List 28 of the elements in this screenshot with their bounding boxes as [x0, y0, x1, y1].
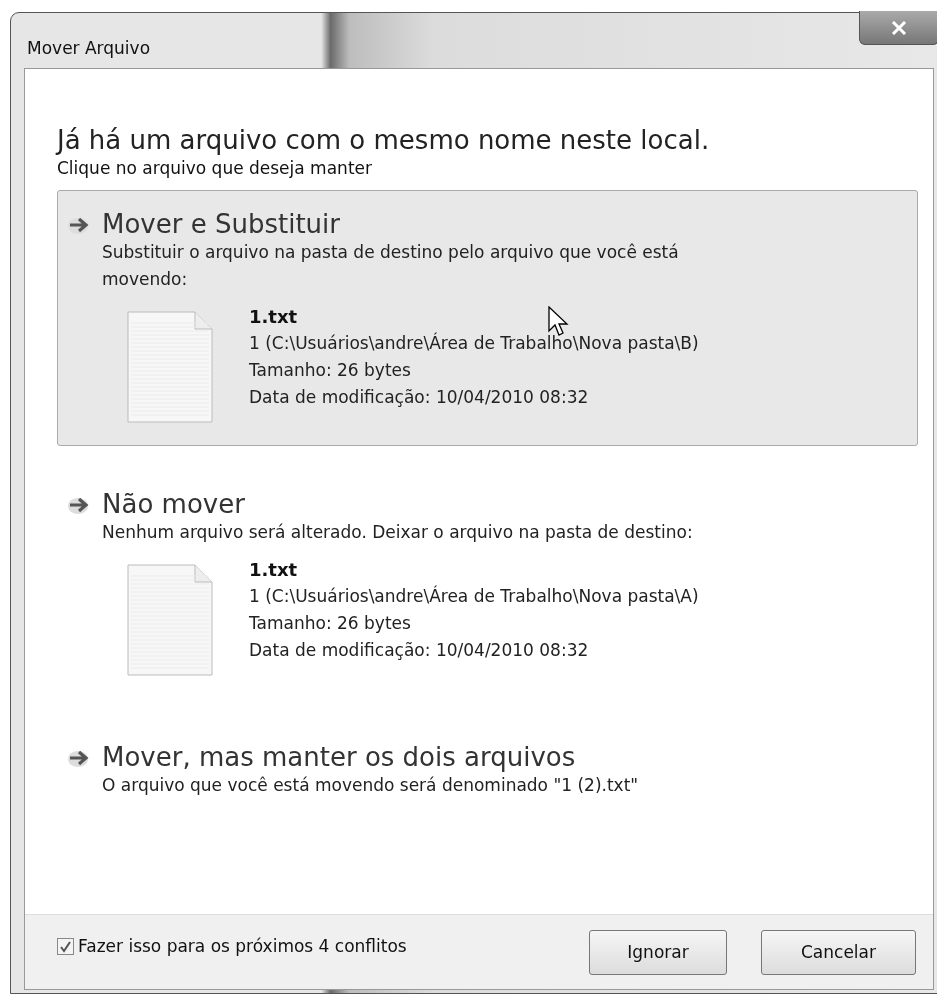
checkbox[interactable]	[57, 937, 74, 955]
option-title: Mover e Substituir	[102, 209, 340, 239]
file-location: 1 (C:\Usuários\andre\Área de Trabalho\Nova pasta\B)	[249, 331, 699, 355]
option-description: O arquivo que você está movendo será denominado "1 (2).txt"	[102, 774, 640, 797]
cancel-button[interactable]: Cancelar	[761, 929, 916, 975]
close-button[interactable]	[859, 11, 937, 45]
checkbox-label[interactable]: Fazer isso para os próximos 4 conflitos	[78, 936, 407, 956]
document-icon	[127, 564, 213, 676]
document-icon	[127, 311, 213, 423]
choice-option[interactable]: Não mover Nenhum arquivo será alterado. Deixar o arquivo na pasta de destino: 1.txt 1 (C:\Usuários\andre\Área de Trabalho\Nova pasta\A) Tamanho: 26 bytes Data de modificação: 10/04/2010 08:32	[57, 470, 918, 699]
skip-button[interactable]: Ignorar	[589, 929, 727, 975]
file-date: Data de modificação: 10/04/2010 08:32	[249, 386, 589, 409]
window-title: Mover Arquivo	[27, 37, 151, 58]
file-size: Tamanho: 26 bytes	[249, 612, 411, 635]
instruction-text: Clique no arquivo que deseja manter	[57, 158, 373, 178]
file-name: 1.txt	[249, 305, 298, 329]
file-date: Data de modificação: 10/04/2010 08:32	[249, 639, 589, 662]
file-location: 1 (C:\Usuários\andre\Área de Trabalho\Nova pasta\A)	[249, 584, 699, 608]
choice-option[interactable]	[57, 190, 918, 446]
close-icon	[891, 20, 907, 35]
option-title: Mover, mas manter os dois arquivos	[102, 742, 576, 772]
option-description: Substituir o arquivo na pasta de destino pelo arquivo que você está movendo:	[102, 241, 680, 291]
option-title: Não mover	[102, 489, 245, 519]
file-size: Tamanho: 26 bytes	[249, 359, 411, 382]
option-description: Nenhum arquivo será alterado. Deixar o arquivo na pasta de destino:	[102, 521, 694, 544]
file-name: 1.txt	[249, 558, 298, 582]
choice-option[interactable]: Mover, mas manter os dois arquivos O arquivo que você está movendo será denominado "1 (2).txt"	[57, 723, 918, 822]
dialog-heading: Já há um arquivo com o mesmo nome neste local.	[57, 124, 711, 156]
